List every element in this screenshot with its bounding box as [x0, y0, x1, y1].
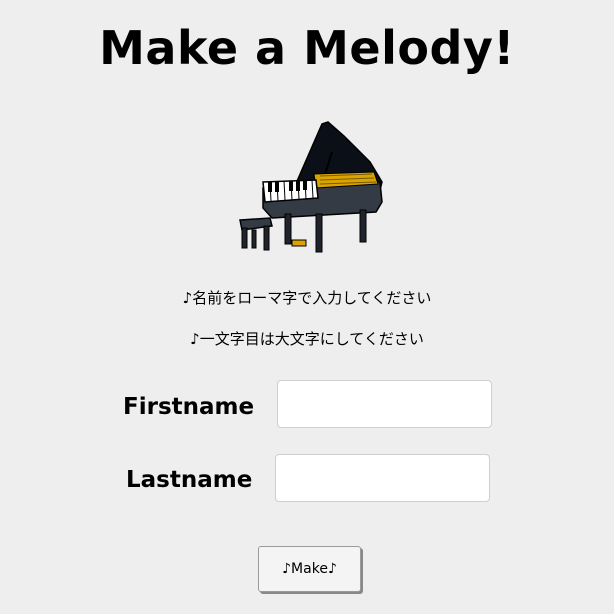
instruction-capitalize: ♪一文字目は大文字にしてください [190, 330, 424, 348]
firstname-input[interactable] [277, 380, 492, 428]
firstname-label: Firstname [123, 394, 255, 420]
lastname-input[interactable] [275, 454, 490, 502]
make-button[interactable]: ♪Make♪ [258, 546, 361, 592]
page-title: Make a Melody! [99, 21, 515, 75]
lastname-label: Lastname [126, 467, 253, 493]
grand-piano-icon [239, 121, 383, 253]
instruction-romaji: ♪名前をローマ字で入力してください [182, 289, 432, 307]
